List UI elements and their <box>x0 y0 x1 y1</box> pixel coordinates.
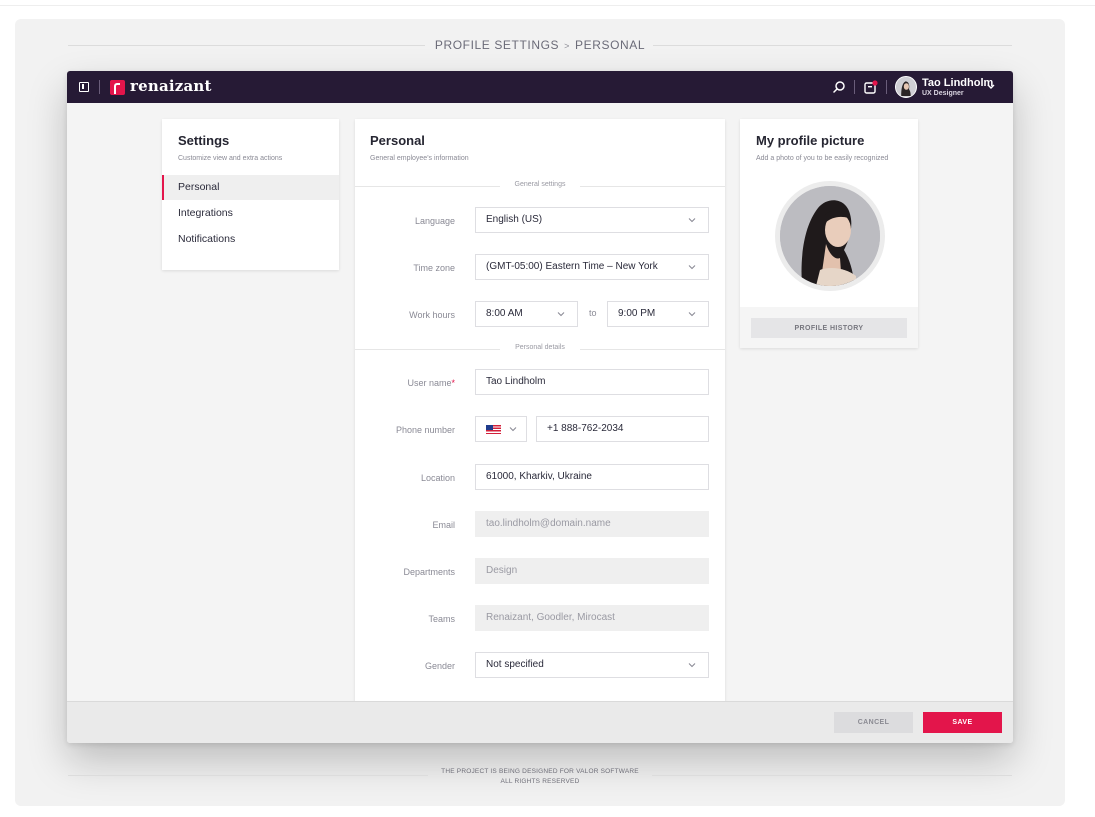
work-hours-from-select[interactable]: 8:00 AM <box>475 301 578 327</box>
gender-label: Gender <box>424 661 455 671</box>
phone-label: Phone number <box>395 425 455 435</box>
settings-subtitle: Customize view and extra actions <box>178 155 283 162</box>
language-value: English (US) <box>486 214 543 225</box>
page-footer: THE PROJECT IS BEING DESIGNED FOR VALOR … <box>68 767 1012 787</box>
breadcrumb-current: PERSONAL <box>575 38 646 52</box>
profile-photo <box>780 186 880 286</box>
phone-value: +1 888-762-2034 <box>547 423 624 434</box>
avatar[interactable] <box>895 76 917 98</box>
chevron-down-icon[interactable] <box>986 81 996 91</box>
departments-field: Design <box>475 558 709 584</box>
required-mark: * <box>451 378 455 388</box>
notifications-icon[interactable] <box>864 80 878 94</box>
picture-title: My profile picture <box>756 133 865 148</box>
logo-mark-icon <box>110 80 125 95</box>
section-general-divider: General settings <box>355 181 725 191</box>
settings-title: Settings <box>178 133 230 148</box>
personal-title: Personal <box>370 133 425 148</box>
divider <box>886 80 887 94</box>
cancel-button[interactable]: CANCEL <box>834 712 913 733</box>
top-divider <box>0 5 1095 6</box>
breadcrumb-separator: > <box>559 41 575 51</box>
work-hours-to-select[interactable]: 9:00 PM <box>607 301 709 327</box>
gender-select[interactable]: Not specified <box>475 652 709 678</box>
departments-value: Design <box>486 565 518 576</box>
sidebar-item-notifications[interactable]: Notifications <box>162 227 339 252</box>
username-input[interactable]: Tao Lindholm <box>475 369 709 395</box>
chevron-down-icon <box>509 427 517 432</box>
work-hours-to-value: 9:00 PM <box>618 308 656 319</box>
breadcrumb: PROFILE SETTINGS > PERSONAL <box>68 38 1012 52</box>
work-hours-from-value: 8:00 AM <box>486 308 523 319</box>
email-value: tao.lindholm@domain.name <box>486 518 611 529</box>
teams-value: Renaizant, Goodler, Mirocast <box>486 612 615 623</box>
settings-card: Settings Customize view and extra action… <box>162 119 339 270</box>
user-name[interactable]: Tao Lindholm <box>922 77 993 89</box>
section-details-label: Personal details <box>515 344 565 351</box>
personal-card: Personal General employee's information … <box>355 119 725 709</box>
work-hours-to-label: to <box>589 308 597 318</box>
chevron-down-icon <box>688 265 696 270</box>
profile-history-button[interactable]: PROFILE HISTORY <box>751 318 907 338</box>
language-select[interactable]: English (US) <box>475 207 709 233</box>
teams-field: Renaizant, Goodler, Mirocast <box>475 605 709 631</box>
picture-actions: PROFILE HISTORY <box>740 307 918 348</box>
departments-label: Departments <box>403 567 455 577</box>
profile-picture[interactable] <box>775 181 885 291</box>
us-flag-icon <box>486 425 501 434</box>
chevron-down-icon <box>688 218 696 223</box>
profile-picture-card: My profile picture Add a photo of you to… <box>740 119 918 348</box>
search-icon[interactable] <box>833 81 845 93</box>
sidebar-toggle-icon[interactable] <box>79 82 89 92</box>
footer-line-2: ALL RIGHTS RESERVED <box>500 778 580 785</box>
email-field: tao.lindholm@domain.name <box>475 511 709 537</box>
breadcrumb-root[interactable]: PROFILE SETTINGS <box>434 38 560 52</box>
chevron-down-icon <box>688 312 696 317</box>
work-hours-label: Work hours <box>409 310 455 320</box>
chevron-down-icon <box>688 663 696 668</box>
personal-subtitle: General employee's information <box>370 155 469 162</box>
timezone-select[interactable]: (GMT-05:00) Eastern Time – New York <box>475 254 709 280</box>
location-label: Location <box>420 473 455 483</box>
footer-line-1: THE PROJECT IS BEING DESIGNED FOR VALOR … <box>441 768 639 775</box>
sidebar-item-personal[interactable]: Personal <box>162 175 339 200</box>
language-label: Language <box>414 216 455 226</box>
timezone-value: (GMT-05:00) Eastern Time – New York <box>486 261 658 272</box>
action-bar: CANCEL SAVE <box>67 701 1013 743</box>
location-value: 61000, Kharkiv, Ukraine <box>486 471 592 482</box>
phone-country-select[interactable] <box>475 416 527 442</box>
gender-value: Not specified <box>486 659 544 670</box>
app-window: renaizant Tao Lindholm UX Designer Setti… <box>67 71 1013 743</box>
user-role: UX Designer <box>922 90 964 97</box>
timezone-label: Time zone <box>413 263 455 273</box>
location-input[interactable]: 61000, Kharkiv, Ukraine <box>475 464 709 490</box>
divider <box>99 80 100 94</box>
chevron-down-icon <box>557 312 565 317</box>
username-value: Tao Lindholm <box>486 376 546 387</box>
teams-label: Teams <box>428 614 455 624</box>
section-details-divider: Personal details <box>355 344 725 354</box>
section-general-label: General settings <box>514 181 566 188</box>
email-label: Email <box>432 520 455 530</box>
picture-subtitle: Add a photo of you to be easily recogniz… <box>756 155 889 162</box>
divider <box>854 80 855 94</box>
top-navigation-bar: renaizant Tao Lindholm UX Designer <box>67 71 1013 103</box>
save-button[interactable]: SAVE <box>923 712 1002 733</box>
sidebar-item-integrations[interactable]: Integrations <box>162 201 339 226</box>
username-label: User name* <box>407 378 455 388</box>
phone-input[interactable]: +1 888-762-2034 <box>536 416 709 442</box>
logo-text[interactable]: renaizant <box>130 77 212 95</box>
